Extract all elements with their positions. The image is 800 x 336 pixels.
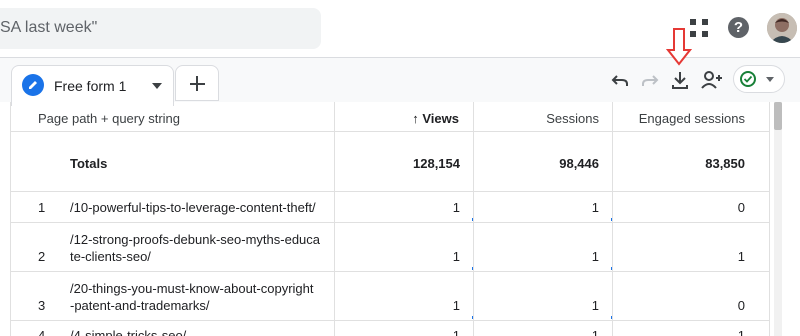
sessions-cell: 1 <box>591 328 599 336</box>
search-bar[interactable]: SA last week" <box>0 8 321 49</box>
search-query-text: SA last week" <box>0 19 98 36</box>
scrollbar-thumb[interactable] <box>774 102 782 130</box>
row-index: 3 <box>38 298 46 313</box>
table-row[interactable]: 1 /10-powerful-tips-to-leverage-content-… <box>11 192 769 223</box>
annotation-arrow-icon <box>665 28 693 66</box>
column-header-page-path[interactable]: Page path + query string <box>38 111 180 126</box>
page-path-cell[interactable]: /4-simple-tricks-seo/ <box>70 327 330 336</box>
views-cell: 1 <box>452 249 460 264</box>
totals-sessions: 98,446 <box>559 156 599 171</box>
row-index: 2 <box>38 249 46 264</box>
sessions-cell: 1 <box>591 298 599 313</box>
share-user-icon[interactable] <box>700 68 724 92</box>
status-check-dropdown[interactable] <box>733 65 785 93</box>
totals-views: 128,154 <box>413 156 460 171</box>
views-cell: 1 <box>452 328 460 336</box>
page-path-line: te-clients-seo/ <box>70 249 151 264</box>
help-icon[interactable]: ? <box>728 17 749 38</box>
column-header-views-label: Views <box>422 111 459 126</box>
row-index: 4 <box>38 328 46 336</box>
page-path-line: -patent-and-trademarks/ <box>70 298 210 313</box>
tab-label: Free form 1 <box>54 78 127 94</box>
column-header-engaged-sessions[interactable]: Engaged sessions <box>612 111 745 126</box>
page-path-line: /10-powerful-tips-to-leverage-content-th… <box>70 200 316 215</box>
undo-icon[interactable] <box>608 68 632 92</box>
table-header-row: Page path + query string ↑ Views Session… <box>11 102 769 132</box>
tab-menu-caret-icon[interactable] <box>152 83 162 89</box>
totals-label: Totals <box>70 156 108 171</box>
avatar[interactable] <box>767 13 797 43</box>
column-header-sessions[interactable]: Sessions <box>473 111 599 126</box>
add-tab-button[interactable] <box>175 65 219 101</box>
check-circle-icon <box>740 71 756 87</box>
tab-free-form-1[interactable]: Free form 1 <box>11 65 174 106</box>
row-index: 1 <box>38 200 46 215</box>
views-cell: 1 <box>452 298 460 313</box>
engaged-cell: 0 <box>737 200 745 215</box>
engaged-cell: 1 <box>737 249 745 264</box>
chevron-down-icon <box>766 77 774 82</box>
table-row[interactable]: 4 /4-simple-tricks-seo/ 1 1 1 <box>11 321 769 336</box>
totals-engaged: 83,850 <box>705 156 745 171</box>
page-path-line: /12-strong-proofs-debunk-seo-myths-educa <box>70 232 321 247</box>
pencil-icon <box>22 74 44 96</box>
page-path-line: /20-things-you-must-know-about-copyright <box>70 281 314 296</box>
totals-row: Totals 128,154 98,446 83,850 <box>11 132 769 192</box>
table-scrollbar[interactable] <box>774 102 782 336</box>
engaged-cell: 1 <box>737 328 745 336</box>
redo-icon[interactable] <box>638 68 662 92</box>
sessions-cell: 1 <box>591 249 599 264</box>
page-path-cell[interactable]: /12-strong-proofs-debunk-seo-myths-educa… <box>70 231 330 265</box>
page-path-line: /4-simple-tricks-seo/ <box>70 328 187 336</box>
report-table: Page path + query string ↑ Views Session… <box>10 102 770 336</box>
engaged-cell: 0 <box>737 298 745 313</box>
download-icon[interactable] <box>668 68 692 92</box>
apps-grid-icon[interactable] <box>690 19 708 37</box>
page-path-cell[interactable]: /10-powerful-tips-to-leverage-content-th… <box>70 199 330 216</box>
page-path-cell[interactable]: /20-things-you-must-know-about-copyright… <box>70 280 330 314</box>
sort-arrow-icon: ↑ <box>412 111 419 126</box>
views-cell: 1 <box>452 200 460 215</box>
table-row[interactable]: 3 /20-things-you-must-know-about-copyrig… <box>11 272 769 321</box>
table-row[interactable]: 2 /12-strong-proofs-debunk-seo-myths-edu… <box>11 223 769 272</box>
sessions-cell: 1 <box>591 200 599 215</box>
column-header-views[interactable]: ↑ Views <box>334 111 459 126</box>
